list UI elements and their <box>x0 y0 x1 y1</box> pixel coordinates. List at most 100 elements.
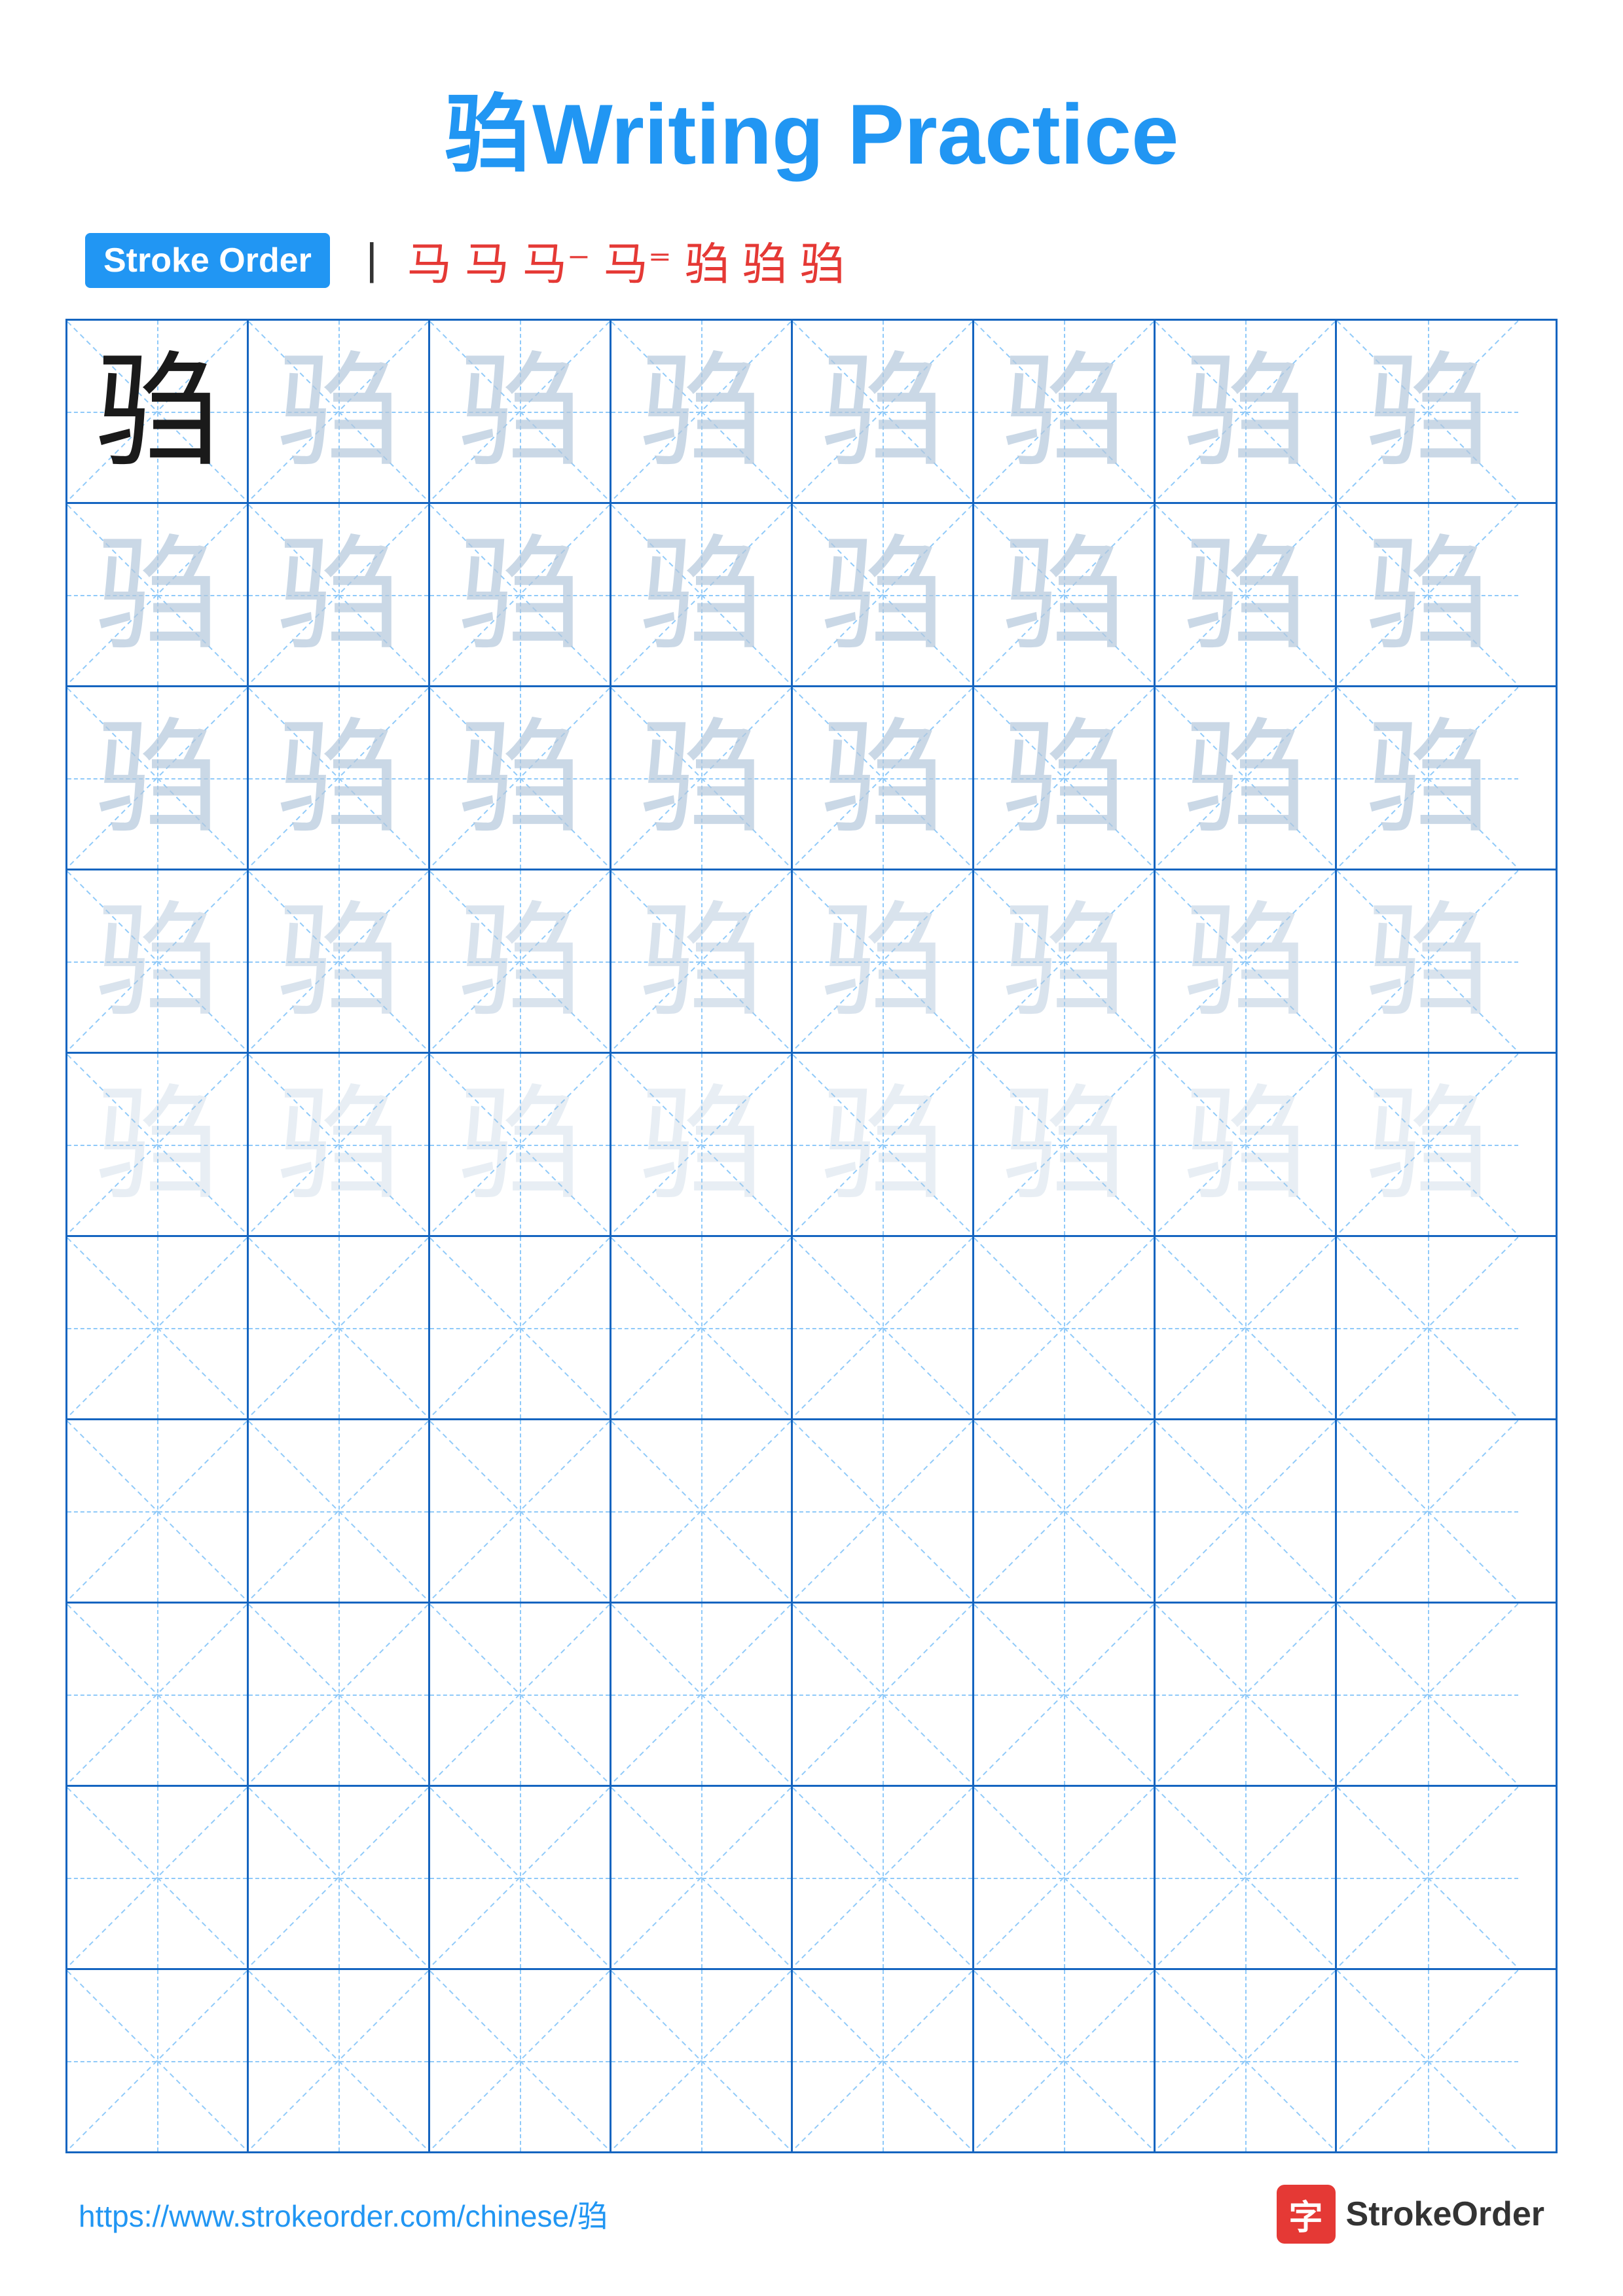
grid-cell-10-6 <box>974 1970 1156 2151</box>
stroke-4: 马⁻ <box>522 228 591 293</box>
char-faded: 驺 <box>1002 350 1126 474</box>
grid-cell-10-4 <box>611 1970 793 2151</box>
char-light: 驺 <box>1183 899 1307 1024</box>
char-light: 驺 <box>95 899 219 1024</box>
grid-cell-5-2: 驺 <box>249 1054 430 1235</box>
grid-cell-6-6 <box>974 1237 1156 1418</box>
grid-cell-3-4: 驺 <box>611 687 793 869</box>
page-title: 驺 Writing Practice <box>0 0 1623 188</box>
grid-cell-7-4 <box>611 1420 793 1602</box>
char-faded: 驺 <box>276 533 401 657</box>
grid-cell-6-7 <box>1156 1237 1337 1418</box>
char-faded: 驺 <box>639 350 763 474</box>
stroke-5: 马⁼ <box>604 228 672 293</box>
grid-cell-3-8: 驺 <box>1337 687 1518 869</box>
grid-cell-5-8: 驺 <box>1337 1054 1518 1235</box>
grid-cell-3-7: 驺 <box>1156 687 1337 869</box>
char-faded: 驺 <box>639 533 763 657</box>
grid-cell-3-1: 驺 <box>67 687 249 869</box>
grid-row-3: 驺 驺 驺 驺 驺 驺 驺 驺 <box>67 687 1556 870</box>
stroke-6: 驺 <box>685 228 729 293</box>
grid-cell-4-5: 驺 <box>793 870 974 1052</box>
grid-cell-7-8 <box>1337 1420 1518 1602</box>
grid-cell-6-8 <box>1337 1237 1518 1418</box>
grid-cell-6-3 <box>430 1237 611 1418</box>
char-faded: 驺 <box>458 350 582 474</box>
char-faded: 驺 <box>276 716 401 840</box>
grid-cell-1-2: 驺 <box>249 321 430 502</box>
brand-icon: 字 <box>1277 2185 1336 2244</box>
stroke-3: 马 <box>465 228 509 293</box>
grid-row-7 <box>67 1420 1556 1604</box>
char-faded: 驺 <box>1002 716 1126 840</box>
char-faded: 驺 <box>820 533 945 657</box>
char-light: 驺 <box>820 1083 945 1207</box>
footer-brand: 字 StrokeOrder <box>1277 2185 1544 2244</box>
grid-cell-8-7 <box>1156 1604 1337 1785</box>
grid-cell-8-8 <box>1337 1604 1518 1785</box>
stroke-sequence: 丨 马 马 马⁻ 马⁼ 驺 驺 驺 <box>350 228 845 293</box>
char-faded: 驺 <box>95 533 219 657</box>
char-light: 驺 <box>639 1083 763 1207</box>
grid-cell-6-5 <box>793 1237 974 1418</box>
footer-url[interactable]: https://www.strokeorder.com/chinese/驺 <box>79 2193 608 2236</box>
stroke-order-badge: Stroke Order <box>85 233 330 288</box>
char-light: 驺 <box>1365 1083 1489 1207</box>
char-faded: 驺 <box>1183 533 1307 657</box>
stroke-8: 驺 <box>800 228 845 293</box>
grid-cell-8-4 <box>611 1604 793 1785</box>
grid-cell-8-3 <box>430 1604 611 1785</box>
char-faded: 驺 <box>639 716 763 840</box>
char-light: 驺 <box>458 899 582 1024</box>
char-light: 驺 <box>276 899 401 1024</box>
grid-cell-3-3: 驺 <box>430 687 611 869</box>
grid-cell-5-5: 驺 <box>793 1054 974 1235</box>
grid-cell-1-7: 驺 <box>1156 321 1337 502</box>
grid-cell-10-1 <box>67 1970 249 2151</box>
char-faded: 驺 <box>1365 533 1489 657</box>
grid-cell-10-3 <box>430 1970 611 2151</box>
grid-cell-3-2: 驺 <box>249 687 430 869</box>
grid-cell-5-3: 驺 <box>430 1054 611 1235</box>
grid-cell-2-8: 驺 <box>1337 504 1518 685</box>
grid-cell-9-6 <box>974 1787 1156 1968</box>
grid-cell-6-1 <box>67 1237 249 1418</box>
grid-row-10 <box>67 1970 1556 2151</box>
grid-cell-4-1: 驺 <box>67 870 249 1052</box>
grid-cell-5-6: 驺 <box>974 1054 1156 1235</box>
char-solid: 驺 <box>95 350 219 474</box>
grid-row-2: 驺 驺 驺 驺 驺 驺 驺 驺 <box>67 504 1556 687</box>
grid-cell-3-6: 驺 <box>974 687 1156 869</box>
grid-cell-7-6 <box>974 1420 1156 1602</box>
grid-cell-10-7 <box>1156 1970 1337 2151</box>
grid-cell-9-2 <box>249 1787 430 1968</box>
grid-cell-4-4: 驺 <box>611 870 793 1052</box>
grid-cell-1-3: 驺 <box>430 321 611 502</box>
char-faded: 驺 <box>1365 716 1489 840</box>
char-faded: 驺 <box>1183 716 1307 840</box>
grid-cell-10-2 <box>249 1970 430 2151</box>
grid-cell-1-8: 驺 <box>1337 321 1518 502</box>
grid-cell-5-1: 驺 <box>67 1054 249 1235</box>
grid-cell-8-1 <box>67 1604 249 1785</box>
grid-cell-8-2 <box>249 1604 430 1785</box>
grid-cell-2-6: 驺 <box>974 504 1156 685</box>
grid-cell-6-4 <box>611 1237 793 1418</box>
brand-name: StrokeOrder <box>1346 2195 1544 2234</box>
grid-cell-2-4: 驺 <box>611 504 793 685</box>
grid-cell-1-5: 驺 <box>793 321 974 502</box>
char-light: 驺 <box>1183 1083 1307 1207</box>
char-faded: 驺 <box>458 533 582 657</box>
grid-cell-5-4: 驺 <box>611 1054 793 1235</box>
grid-cell-9-8 <box>1337 1787 1518 1968</box>
stroke-1: 丨 <box>350 228 394 293</box>
grid-cell-10-5 <box>793 1970 974 2151</box>
char-light: 驺 <box>1365 899 1489 1024</box>
char-faded: 驺 <box>820 716 945 840</box>
char-light: 驺 <box>1002 899 1126 1024</box>
grid-cell-4-8: 驺 <box>1337 870 1518 1052</box>
char-light: 驺 <box>639 899 763 1024</box>
stroke-7: 驺 <box>742 228 787 293</box>
char-light: 驺 <box>95 1083 219 1207</box>
char-faded: 驺 <box>1365 350 1489 474</box>
